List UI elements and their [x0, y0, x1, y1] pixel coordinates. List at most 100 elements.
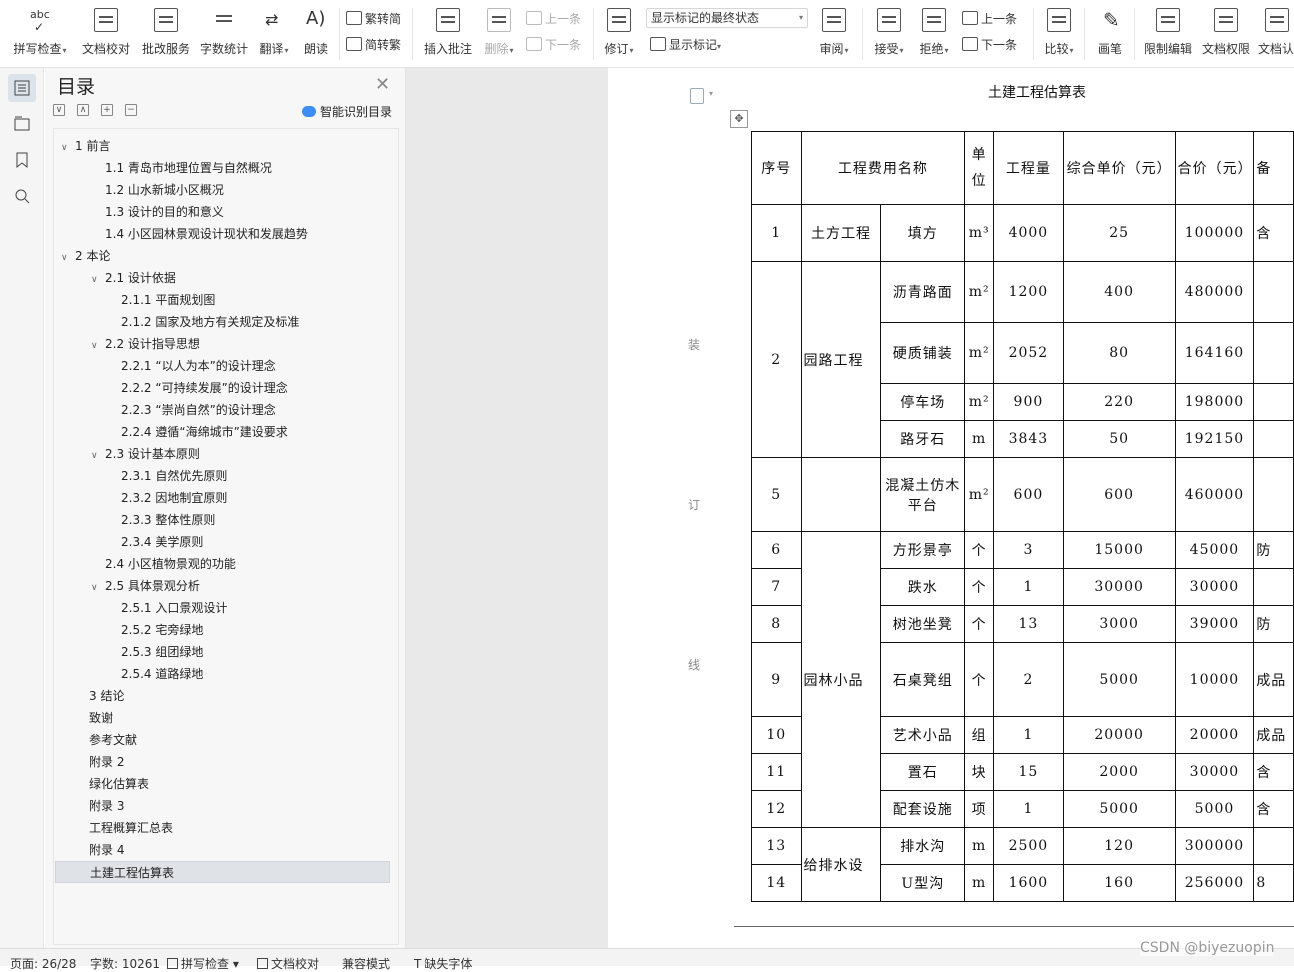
page-background — [406, 68, 608, 948]
toggle-chevron-icon[interactable]: ∨ — [91, 445, 105, 467]
status-spell-check[interactable]: 拼写检查 ▾ — [167, 955, 239, 972]
toc-item[interactable]: ∨ 2.3 设计基本原则 — [91, 443, 200, 465]
toc-item[interactable]: 2.2.2 “可持续发展”的设计理念 — [107, 377, 288, 399]
bookmark-nav-button[interactable] — [8, 146, 36, 174]
markup-state-dropdown[interactable]: 显示标记的最终状态 ▾ — [646, 8, 808, 28]
collapse-all-icon[interactable]: ∨ — [53, 104, 65, 116]
toc-item[interactable]: 附录 3 — [75, 795, 124, 817]
toc-item[interactable]: 1.1 青岛市地理位置与自然概况 — [91, 157, 272, 179]
status-doc-proof[interactable]: 文档校对 — [257, 955, 319, 972]
compare-button[interactable]: 比较▾ — [1040, 6, 1078, 62]
doc-proof-button[interactable]: 文档校对 — [80, 6, 132, 62]
toc-item[interactable]: 工程概算汇总表 — [75, 817, 173, 839]
expand-up-icon[interactable]: ∧ — [77, 104, 89, 116]
toggle-chevron-icon[interactable]: ∨ — [91, 335, 105, 357]
delete-comment-button[interactable]: 删除▾ — [480, 6, 518, 62]
toggle-chevron-icon[interactable]: ∨ — [91, 577, 105, 599]
toc-item[interactable]: 绿化估算表 — [75, 773, 149, 795]
translate-button[interactable]: ⇄ 翻译▾ — [256, 6, 292, 62]
toc-item[interactable]: 2.3.2 因地制宜原则 — [107, 487, 227, 509]
toc-item[interactable]: ∨ 2.1 设计依据 — [91, 267, 176, 289]
close-icon[interactable]: ✕ — [375, 74, 390, 95]
toc-item[interactable]: 2.4 小区植物景观的功能 — [91, 553, 236, 575]
page-indicator[interactable]: 页面: 26/28 — [10, 955, 76, 972]
cell-unit: m — [964, 827, 995, 865]
toc-item[interactable]: 1.4 小区园林景观设计现状和发展趋势 — [91, 223, 308, 245]
pen-icon: ✎ — [1103, 8, 1120, 32]
search-nav-button[interactable] — [8, 182, 36, 210]
cell-price: 20000 — [1062, 716, 1176, 754]
insert-comment-button[interactable]: 插入批注 — [422, 6, 474, 62]
missing-font-button[interactable]: T 缺失字体 — [414, 955, 472, 972]
review-service-button[interactable]: 批改服务 — [140, 6, 192, 62]
accept-button[interactable]: 接受▾ — [870, 6, 908, 62]
doc-auth-button[interactable]: 文档认 — [1258, 6, 1294, 62]
toc-item[interactable]: 致谢 — [75, 707, 113, 729]
chapter-nav-button[interactable] — [8, 110, 36, 138]
toc-item[interactable]: 2.5.3 组团绿地 — [107, 641, 203, 663]
toc-item[interactable]: 2.5.1 入口景观设计 — [107, 597, 227, 619]
doc-options-icon[interactable] — [690, 88, 713, 104]
toc-nav-button[interactable] — [8, 74, 36, 102]
toc-item[interactable]: 2.2.1 “以人为本”的设计理念 — [107, 355, 276, 377]
toc-item[interactable]: ∨ 2.5 具体景观分析 — [91, 575, 200, 597]
toggle-chevron-icon[interactable]: ∨ — [61, 247, 75, 269]
toc-item[interactable]: 2.1.2 国家及地方有关规定及标准 — [107, 311, 299, 333]
cell-no: 6 — [751, 531, 802, 569]
word-count-button[interactable]: 字数统计 — [198, 6, 250, 62]
toc-item[interactable]: 1.3 设计的目的和意义 — [91, 201, 224, 223]
toc-item[interactable]: 附录 4 — [75, 839, 124, 861]
toc-item[interactable]: 3 结论 — [75, 685, 124, 707]
toc-item[interactable]: 2.3.1 自然优先原则 — [107, 465, 227, 487]
toc-item[interactable]: 2.2.4 遵循“海绵城市”建设要求 — [107, 421, 288, 443]
trad-to-simp-button[interactable]: 繁转简 — [346, 9, 401, 29]
word-count-indicator[interactable]: 字数: 10261 — [90, 955, 160, 972]
cell-price: 15000 — [1062, 531, 1176, 569]
cell-total: 20000 — [1174, 716, 1255, 754]
next-comment-icon — [526, 37, 542, 51]
prev-comment-button[interactable]: 上一条 — [526, 9, 581, 29]
doc-permission-button[interactable]: 文档权限 — [1200, 6, 1252, 62]
cell-qty: 2052 — [993, 322, 1064, 384]
toc-item[interactable]: 2.5.4 道路绿地 — [107, 663, 203, 685]
restrict-edit-button[interactable]: 限制编辑 — [1142, 6, 1194, 62]
simp-to-trad-button[interactable]: 简转繁 — [346, 35, 401, 55]
prev-change-button[interactable]: 上一条 — [962, 9, 1017, 29]
add-level-icon[interactable]: + — [101, 104, 113, 116]
toc-item[interactable]: ∨ 1 前言 — [61, 135, 110, 157]
cell-no: 12 — [751, 790, 802, 828]
cell-price: 160 — [1062, 864, 1176, 902]
spell-check-button[interactable]: abc ✓ 拼写检查▾ — [10, 6, 70, 62]
toc-item[interactable]: 2.3.4 美学原则 — [107, 531, 203, 553]
table-move-icon[interactable]: ✥ — [730, 110, 748, 128]
toc-item[interactable]: 参考文献 — [75, 729, 137, 751]
toc-item[interactable]: 附录 2 — [75, 751, 124, 773]
margin-char: 线 — [688, 658, 701, 672]
remove-level-icon[interactable]: − — [125, 104, 137, 116]
toc-item-label: 1.2 山水新城小区概况 — [105, 183, 224, 197]
estimate-table: 序号 工程费用名称 单位 工程量 综合单价（元） 合价（元） 备 1 土方工程 填方… — [751, 131, 1294, 902]
cell-cat: 土方工程 — [800, 204, 882, 262]
toc-item[interactable]: ∨ 2.2 设计指导思想 — [91, 333, 200, 355]
toc-item[interactable]: 2.3.3 整体性原则 — [107, 509, 215, 531]
separator — [1084, 8, 1085, 60]
pen-button[interactable]: ✎ 画笔 — [1092, 6, 1128, 62]
toc-item-label: 2.2.2 “可持续发展”的设计理念 — [121, 381, 288, 395]
show-markup-button[interactable]: 显示标记▾ — [650, 35, 721, 55]
read-aloud-button[interactable]: A) 朗读 — [298, 6, 334, 62]
toc-item[interactable]: 2.5.2 宅旁绿地 — [107, 619, 203, 641]
toc-item[interactable]: 土建工程估算表 — [55, 861, 390, 883]
toggle-chevron-icon[interactable]: ∨ — [91, 269, 105, 291]
toc-item[interactable]: ∨ 2 本论 — [61, 245, 110, 267]
review-button[interactable]: 审阅▾ — [814, 6, 854, 62]
revise-button[interactable]: 修订▾ — [600, 6, 638, 62]
toggle-chevron-icon[interactable]: ∨ — [61, 137, 75, 159]
next-comment-button[interactable]: 下一条 — [526, 35, 581, 55]
toc-item[interactable]: 1.2 山水新城小区概况 — [91, 179, 224, 201]
next-change-button[interactable]: 下一条 — [962, 35, 1017, 55]
smart-toc-button[interactable]: 智能识别目录 — [302, 103, 392, 120]
reject-button[interactable]: 拒绝▾ — [914, 6, 954, 62]
bookmark-icon — [16, 152, 28, 168]
toc-item[interactable]: 2.2.3 “崇尚自然”的设计理念 — [107, 399, 276, 421]
toc-item[interactable]: 2.1.1 平面规划图 — [107, 289, 215, 311]
